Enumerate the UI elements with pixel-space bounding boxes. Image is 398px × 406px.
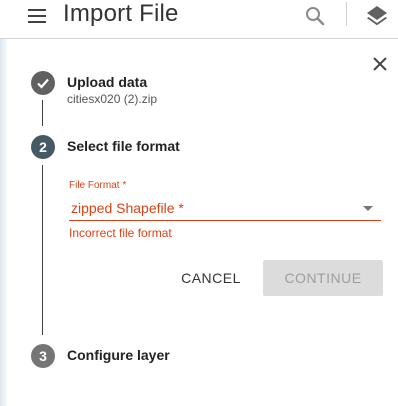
header-divider xyxy=(346,2,347,26)
file-format-error: Incorrect file format xyxy=(69,226,172,240)
file-format-label: File Format * xyxy=(69,180,127,191)
step-1-label: Upload data xyxy=(67,74,148,90)
step-3-label: Configure layer xyxy=(67,347,170,363)
close-icon[interactable] xyxy=(368,52,392,76)
layers-icon[interactable] xyxy=(363,2,391,30)
dropdown-arrow-icon xyxy=(363,206,373,211)
step-3-number: 3 xyxy=(31,344,55,368)
background-map-edge xyxy=(0,0,8,406)
page-title: Import File xyxy=(63,0,179,27)
step-2-label: Select file format xyxy=(67,138,180,154)
step-1-filename: citiesx020 (2).zip xyxy=(67,92,158,106)
step-1-check-icon xyxy=(31,71,55,95)
cancel-button[interactable]: CANCEL xyxy=(172,260,250,296)
file-format-value: zipped Shapefile * xyxy=(71,200,184,216)
continue-button[interactable]: CONTINUE xyxy=(263,260,383,296)
app-header: Import File xyxy=(0,0,398,39)
search-icon[interactable] xyxy=(302,3,328,29)
menu-icon[interactable] xyxy=(22,2,52,30)
step-2-number: 2 xyxy=(31,135,55,159)
file-format-select[interactable]: zipped Shapefile * xyxy=(69,196,381,221)
step-connector xyxy=(42,165,43,335)
step-connector xyxy=(42,100,43,126)
